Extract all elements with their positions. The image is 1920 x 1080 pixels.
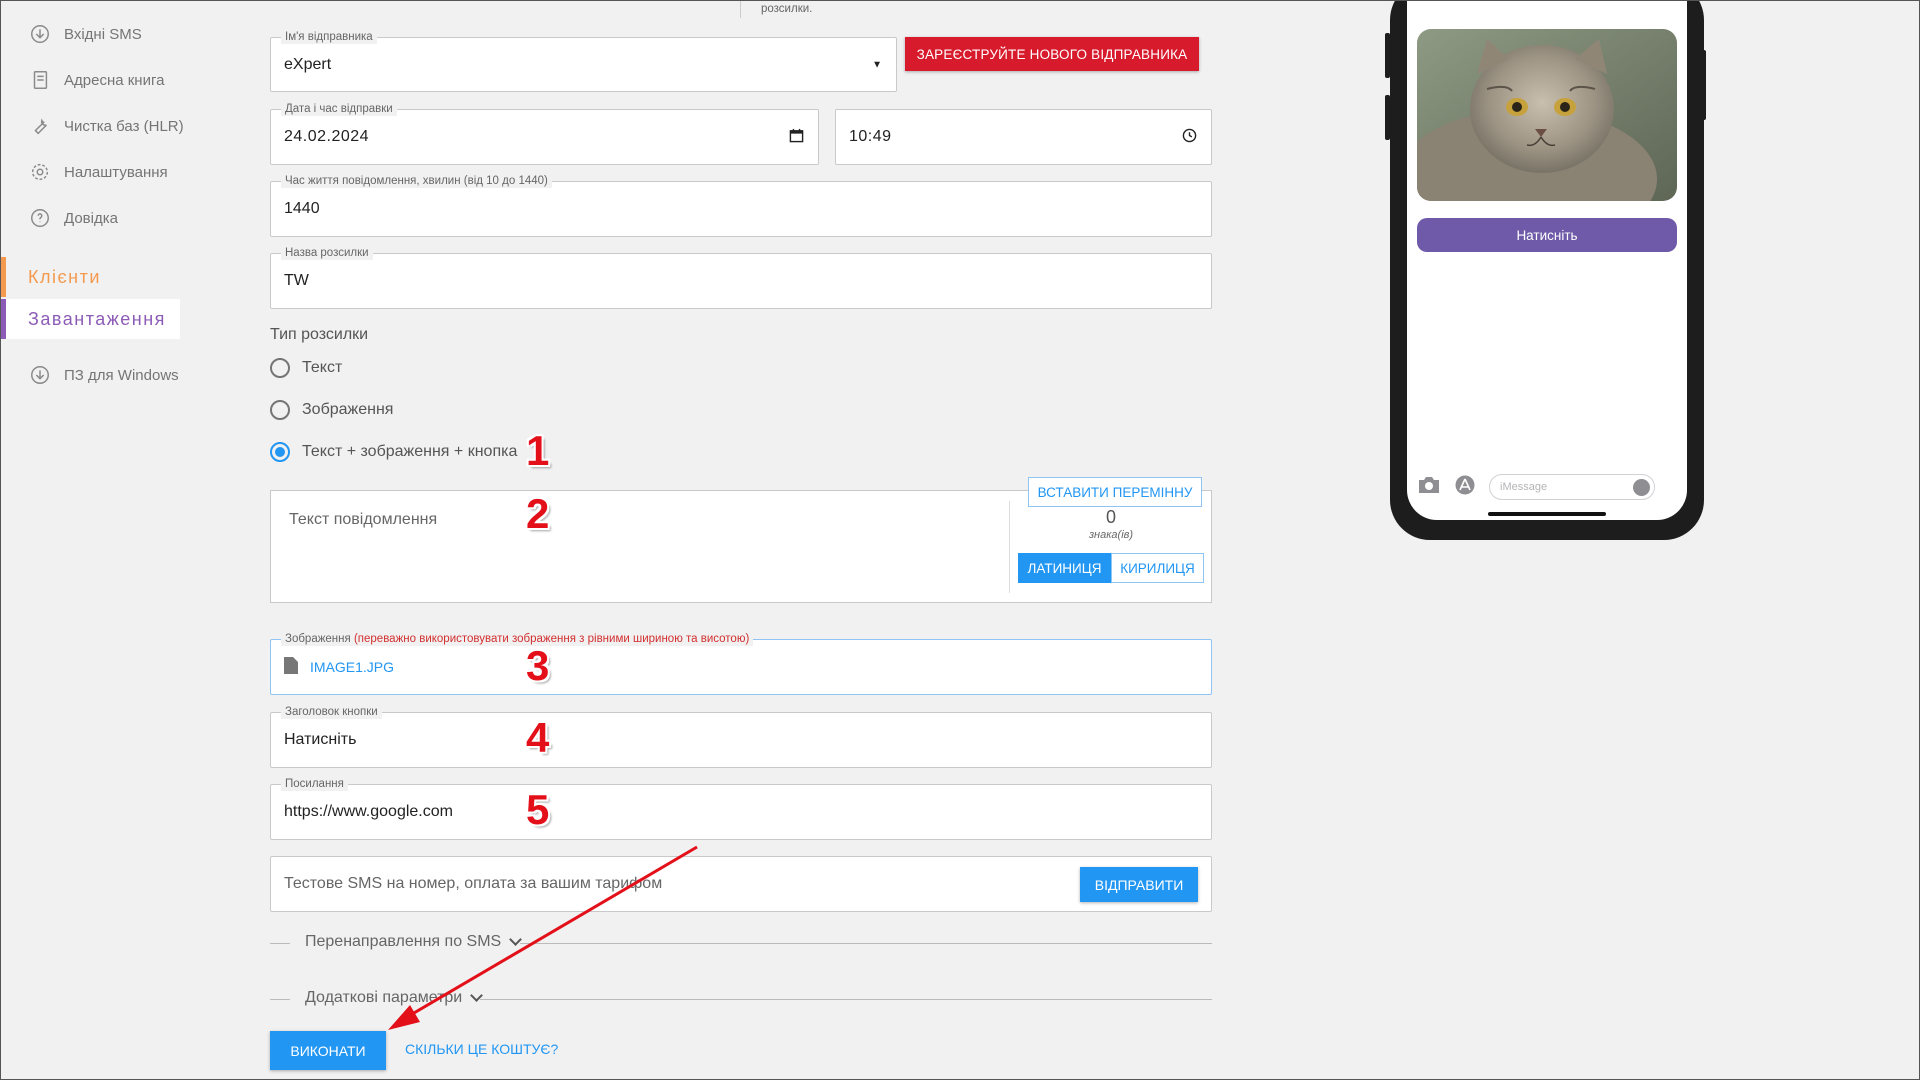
annotation-arrow (388, 845, 698, 1030)
